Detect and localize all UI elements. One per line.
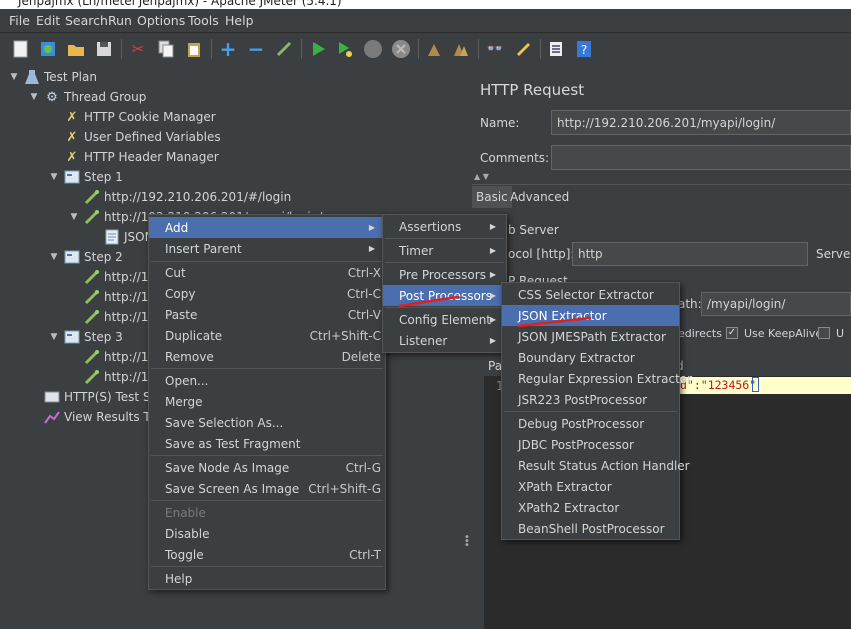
- annotation-underline-post-processors: [398, 295, 460, 308]
- annotation-underline-json-extractor: [517, 316, 592, 328]
- annotation-overlay: [398, 295, 592, 328]
